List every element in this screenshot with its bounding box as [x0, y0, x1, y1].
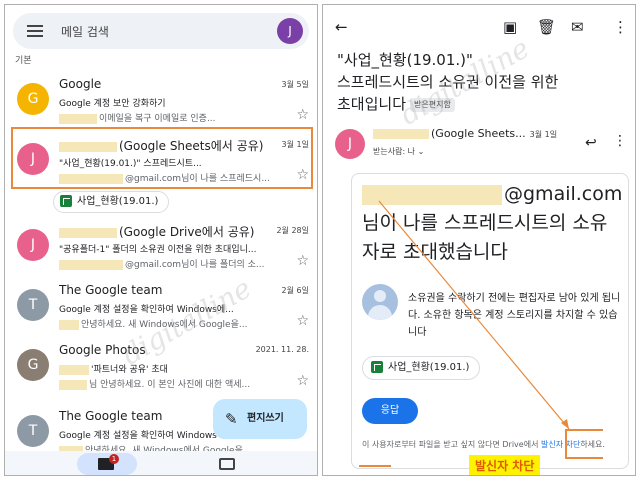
nav-mail[interactable]: 1 [77, 453, 137, 475]
star-icon[interactable]: ☆ [296, 107, 309, 123]
bottom-nav: 1 [5, 451, 317, 475]
back-arrow-icon[interactable]: ← [335, 17, 348, 37]
star-icon[interactable]: ☆ [296, 253, 309, 269]
recipients[interactable]: 받는사람: 나 ⌄ [373, 146, 424, 157]
star-icon[interactable]: ☆ [296, 373, 309, 389]
more-vert-icon[interactable]: ⋮ [613, 17, 628, 37]
sheets-icon [371, 361, 383, 373]
email-subject: "공유폴더-1" 폴더의 소유권 이전을 위한 초대입니... [59, 245, 257, 255]
email-detail-panel: ← ▣ 🗑 ✉ ⋮ "사업_현황(19.01.)" 스프레드시트의 소유권 이전… [322, 4, 636, 476]
sender-name: Google Photos [59, 343, 146, 357]
mail-unread-icon[interactable]: ✉ [571, 17, 584, 37]
sender-avatar: G [17, 83, 49, 115]
email-snippet: 안녕하세요. 새 Windows에서 Google을... [59, 317, 247, 330]
sender-avatar: J [17, 229, 49, 261]
title-line: "사업_현황(19.01.)" [337, 51, 473, 69]
sender-name: The Google team [59, 409, 163, 423]
email-date: 2021. 11. 28. [255, 345, 309, 354]
unread-badge: 1 [109, 454, 119, 464]
star-icon[interactable]: ☆ [296, 313, 309, 329]
reply-icon[interactable]: ↩ [585, 135, 597, 151]
email-subject: Google 계정 설정을 확인하여 Windows에... [59, 431, 234, 441]
email-date: 3월 5일 [281, 80, 309, 89]
email-subject: '파트너와 공유' 초대 [59, 362, 168, 375]
email-date: 2월 6일 [281, 286, 309, 295]
hamburger-menu-icon[interactable] [27, 25, 43, 37]
video-icon[interactable] [219, 458, 235, 470]
highlight-box [565, 429, 603, 459]
respond-button[interactable]: 응답 [362, 398, 418, 424]
search-placeholder[interactable]: 메일 검색 [61, 23, 109, 40]
callout-label: 발신자 차단 [469, 455, 541, 475]
email-date: 3월 1일 [529, 130, 558, 139]
pencil-icon: ✎ [225, 410, 238, 428]
archive-icon[interactable]: ▣ [503, 17, 517, 37]
sheets-icon [60, 195, 72, 207]
highlight-box [359, 445, 391, 467]
inbox-panel: 메일 검색 J 기본 G Google 3월 5일 Google 계정 보안 강… [4, 4, 318, 476]
email-date: 2월 28일 [276, 226, 309, 235]
email-title: "사업_현황(19.01.)" 스프레드시트의 소유권 이전을 위한 초대입니다… [337, 49, 627, 115]
sender-name: (Google Drive에서 공유) [59, 223, 254, 240]
account-avatar[interactable]: J [277, 18, 303, 44]
section-label: 기본 [15, 56, 32, 66]
email-row[interactable]: T The Google team 2월 6일 Google 계정 설정을 확인… [5, 277, 317, 337]
search-bar[interactable]: 메일 검색 J [13, 13, 309, 49]
email-subject: Google 계정 설정을 확인하여 Windows에... [59, 305, 234, 315]
person-avatar-icon [362, 284, 398, 320]
title-line: 초대입니다 받은편지함 [337, 93, 627, 115]
highlight-box [11, 127, 313, 189]
sender-avatar: T [17, 415, 49, 447]
inbox-label[interactable]: 받은편지함 [410, 97, 455, 112]
email-snippet: @gmail.com님이 나를 폴더의 소... [59, 257, 264, 270]
file-chip[interactable]: 사업_현황(19.01.) [362, 356, 481, 380]
email-row[interactable]: G Google Photos 2021. 11. 28. '파트너와 공유' … [5, 337, 317, 397]
invitation-message: @gmail.com님이 나를 스프레드시트의 소유자로 초대했습니다 [362, 183, 623, 263]
ownership-info: 소유권을 수락하기 전에는 편집자로 남아 있게 됩니다. 소유한 항목은 계정… [408, 293, 621, 338]
email-subject: Google 계정 보안 강화하기 [59, 99, 166, 109]
sender-avatar: J [335, 129, 365, 159]
sender-avatar: T [17, 289, 49, 321]
email-row[interactable]: J (Google Drive에서 공유) 2월 28일 "공유폴더-1" 폴더… [5, 217, 317, 277]
attachment-chip[interactable]: 사업_현황(19.01.) [53, 191, 170, 213]
invitation-card: @gmail.com님이 나를 스프레드시트의 소유자로 초대했습니다 소유권을… [351, 173, 629, 469]
trash-icon[interactable]: 🗑 [537, 17, 556, 37]
email-row[interactable]: G Google 3월 5일 Google 계정 보안 강화하기 이메일을 복구… [5, 71, 317, 131]
more-vert-icon[interactable]: ⋮ [613, 133, 627, 149]
email-snippet: 님 안녕하세요. 이 본인 사진에 대한 액세... [59, 377, 250, 390]
email-snippet: 이메일을 복구 이메일로 인증... [59, 111, 216, 124]
toolbar: ← ▣ 🗑 ✉ ⋮ [323, 17, 635, 37]
sender-name: Google [59, 77, 102, 91]
compose-button[interactable]: ✎ 편지쓰기 [213, 399, 307, 439]
title-line: 스프레드시트의 소유권 이전을 위한 [337, 73, 559, 91]
sender-avatar: G [17, 349, 49, 381]
sender-name: (Google Sheets... 3월 1일 [373, 127, 557, 140]
sender-name: The Google team [59, 283, 163, 297]
